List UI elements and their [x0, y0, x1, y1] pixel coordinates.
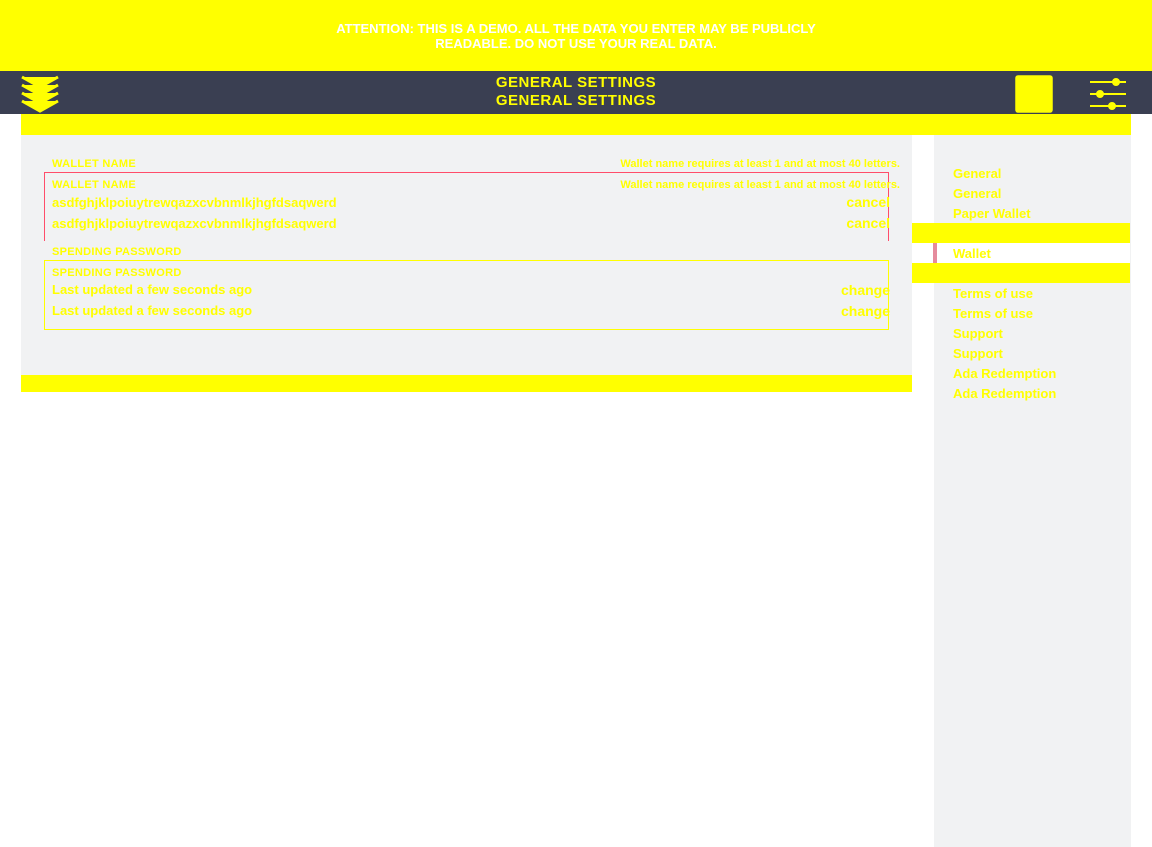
spending-password-value-2: Last updated a few seconds ago [52, 303, 252, 318]
header-title-stack: GENERAL SETTINGS GENERAL SETTINGS [0, 74, 1152, 110]
wallet-name-label-1: WALLET NAME [52, 158, 136, 170]
wallet-name-label-2: WALLET NAME [52, 179, 136, 191]
sidebar-item-ada-redemption-1[interactable]: Ada Redemption [934, 363, 1131, 383]
sidebar-item-general-1[interactable]: General [934, 163, 1131, 183]
app-header: GENERAL SETTINGS GENERAL SETTINGS [0, 71, 1152, 114]
spending-password-label-1: SPENDING PASSWORD [52, 246, 182, 258]
settings-sidebar: General General Paper Wallet Paper Walle… [934, 135, 1131, 847]
settings-panel-footer [21, 351, 912, 375]
banner-line-1: ATTENTION: THIS IS A DEMO. ALL THE DATA … [336, 21, 816, 36]
wallet-name-cancel-2[interactable]: cancel [846, 215, 890, 231]
wallet-name-value-1[interactable]: asdfghjklpoiuytrewqazxcvbnmlkjhgfdsaqwer… [52, 195, 337, 210]
header-title-2: GENERAL SETTINGS [0, 92, 1152, 110]
settings-panel: WALLET NAME Wallet name requires at leas… [21, 135, 912, 375]
header-title-1: GENERAL SETTINGS [0, 74, 1152, 92]
wallet-grid-icon[interactable] [1012, 74, 1056, 114]
sidebar-item-support-2[interactable]: Support [934, 343, 1131, 363]
sidebar-item-paper-wallet-2[interactable]: Paper Wallet [934, 223, 1131, 243]
sidebar-item-general-2[interactable]: General [934, 183, 1131, 203]
sub-header-yellow [21, 114, 1131, 135]
spending-password-section: SPENDING PASSWORD SPENDING PASSWORD Last… [21, 241, 912, 351]
spending-password-change-2[interactable]: change [841, 303, 890, 319]
wallet-name-error-2: Wallet name requires at least 1 and at m… [620, 179, 900, 191]
sidebar-item-ada-redemption-2[interactable]: Ada Redemption [934, 383, 1131, 403]
bottom-yellow-strip [21, 375, 912, 392]
settings-sliders-icon[interactable] [1086, 74, 1130, 114]
banner-line-2: READABLE. DO NOT USE YOUR REAL DATA. [435, 36, 716, 51]
spending-password-change-1[interactable]: change [841, 282, 890, 298]
sidebar-item-support-1[interactable]: Support [934, 323, 1131, 343]
wallet-name-value-2[interactable]: asdfghjklpoiuytrewqazxcvbnmlkjhgfdsaqwer… [52, 216, 337, 231]
sidebar-item-terms-1[interactable]: Terms of use [934, 283, 1131, 303]
demo-warning-banner: ATTENTION: THIS IS A DEMO. ALL THE DATA … [0, 0, 1152, 71]
wallet-name-error-1: Wallet name requires at least 1 and at m… [620, 158, 900, 170]
wallet-name-section: WALLET NAME Wallet name requires at leas… [21, 135, 912, 241]
wallet-name-cancel-1[interactable]: cancel [846, 194, 890, 210]
spending-password-value-1: Last updated a few seconds ago [52, 282, 252, 297]
sidebar-item-wallet-2[interactable]: Wallet [934, 263, 1131, 283]
sidebar-item-terms-2[interactable]: Terms of use [934, 303, 1131, 323]
sub-header-strip [0, 114, 1152, 135]
spending-password-label-2: SPENDING PASSWORD [52, 267, 182, 279]
sidebar-item-wallet-1[interactable]: Wallet [934, 243, 1131, 263]
sidebar-item-paper-wallet-1[interactable]: Paper Wallet [934, 203, 1131, 223]
